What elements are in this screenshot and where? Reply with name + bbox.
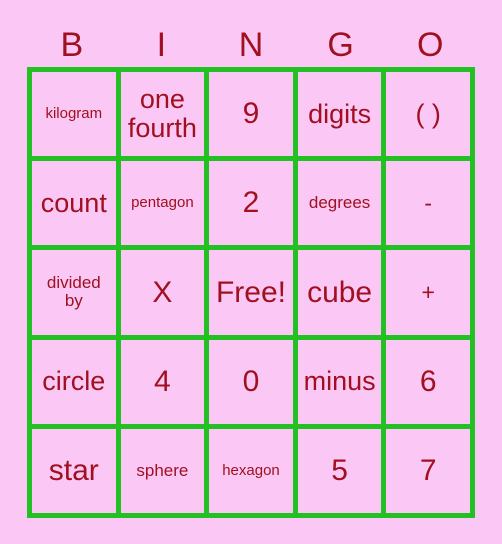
bingo-cell[interactable]: divided by <box>32 250 116 335</box>
header-letter-text: I <box>156 25 167 64</box>
bingo-cell-text: 9 <box>242 97 260 131</box>
bingo-cell-text: kilogram <box>45 105 103 123</box>
bingo-header-letter-n: N <box>206 22 296 67</box>
bingo-cell-text: 6 <box>419 364 437 398</box>
bingo-header-letter-b: B <box>27 22 117 67</box>
bingo-cell[interactable]: - <box>386 161 470 246</box>
bingo-cell[interactable]: + <box>386 250 470 335</box>
bingo-cell[interactable]: 4 <box>120 339 205 424</box>
bingo-grid: kilogram one fourth 9 digits ( ) count p… <box>27 67 475 518</box>
bingo-cell-text: - <box>424 190 433 217</box>
bingo-cell[interactable]: 0 <box>209 339 293 424</box>
bingo-cell[interactable]: cube <box>297 250 382 335</box>
bingo-cell-text: star <box>48 453 99 487</box>
bingo-header-letter-i: I <box>117 22 207 67</box>
bingo-cell[interactable]: 2 <box>209 161 293 246</box>
bingo-cell[interactable]: minus <box>297 339 382 424</box>
bingo-cell[interactable]: sphere <box>120 428 205 513</box>
bingo-cell-text: 2 <box>242 186 260 220</box>
bingo-cell-text: X <box>152 275 173 309</box>
bingo-cell[interactable]: star <box>32 428 116 513</box>
bingo-cell-text: Free! <box>215 275 286 309</box>
bingo-cell[interactable]: pentagon <box>120 161 205 246</box>
bingo-cell[interactable]: degrees <box>297 161 382 246</box>
bingo-cell-free[interactable]: Free! <box>209 250 293 335</box>
bingo-cell-text: cube <box>307 275 373 309</box>
header-letter-text: N <box>238 25 264 64</box>
header-letter-text: B <box>60 25 84 64</box>
bingo-cell-text: divided by <box>46 273 101 311</box>
bingo-header-row: B I N G O <box>27 22 475 67</box>
bingo-cell-text: hexagon <box>222 461 280 479</box>
header-letter-text: O <box>416 25 444 64</box>
bingo-cell-text: 7 <box>419 453 437 487</box>
bingo-header-letter-g: G <box>296 22 386 67</box>
bingo-cell[interactable]: kilogram <box>32 72 116 157</box>
bingo-cell[interactable]: hexagon <box>209 428 293 513</box>
bingo-cell-text: count <box>40 187 107 218</box>
bingo-card: B I N G O kilogram one fourth 9 digits (… <box>0 0 502 544</box>
bingo-cell[interactable]: count <box>32 161 116 246</box>
bingo-cell-text: minus <box>303 366 376 397</box>
bingo-cell-text: 0 <box>242 364 260 398</box>
bingo-cell[interactable]: 7 <box>386 428 470 513</box>
bingo-cell[interactable]: 5 <box>297 428 382 513</box>
bingo-cell-text: digits <box>308 98 372 129</box>
bingo-cell-text: pentagon <box>131 194 194 212</box>
bingo-cell[interactable]: circle <box>32 339 116 424</box>
bingo-cell-text: degrees <box>308 193 371 213</box>
bingo-cell-text: ( ) <box>415 98 441 129</box>
bingo-cell[interactable]: 9 <box>209 72 293 157</box>
bingo-cell[interactable]: one fourth <box>120 72 205 157</box>
bingo-cell-text: + <box>421 279 435 306</box>
bingo-cell-text: circle <box>42 366 106 397</box>
header-letter-text: G <box>327 25 354 64</box>
bingo-cell-text: 5 <box>331 453 348 487</box>
bingo-cell-text: 4 <box>154 364 171 398</box>
bingo-cell[interactable]: X <box>120 250 205 335</box>
bingo-cell[interactable]: ( ) <box>386 72 470 157</box>
bingo-header-letter-o: O <box>385 22 475 67</box>
bingo-cell[interactable]: digits <box>297 72 382 157</box>
bingo-cell-text: one fourth <box>127 84 197 144</box>
bingo-cell-text: sphere <box>136 460 189 480</box>
bingo-cell[interactable]: 6 <box>386 339 470 424</box>
